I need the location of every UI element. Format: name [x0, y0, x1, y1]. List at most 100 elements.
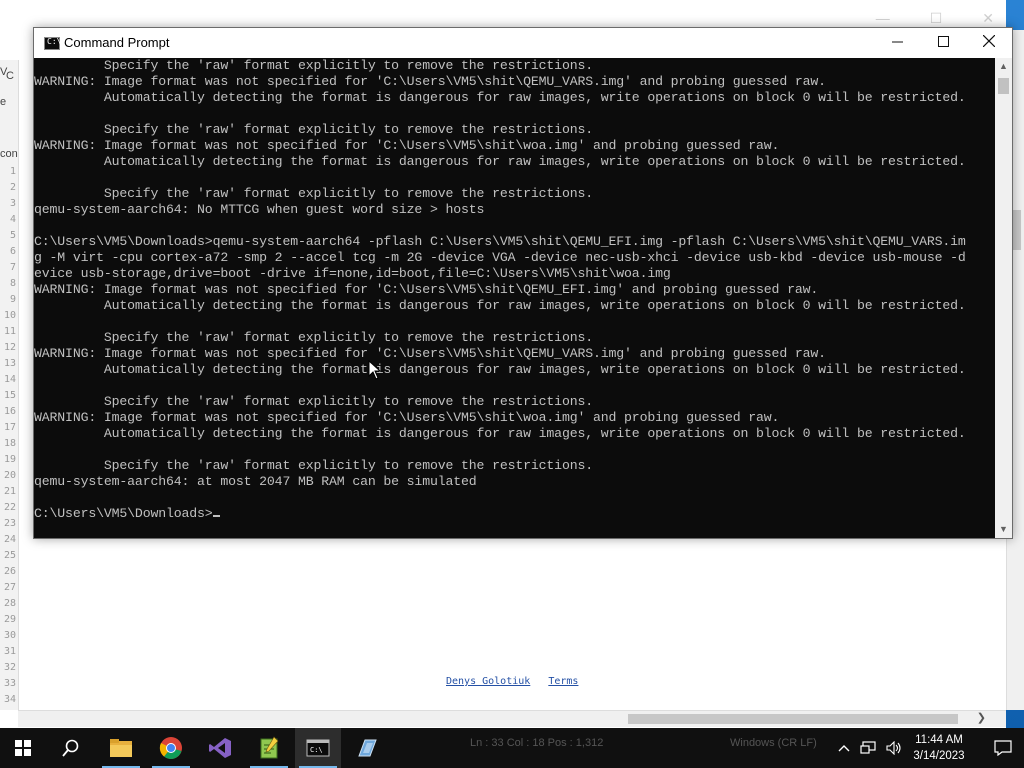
- terms-link[interactable]: Terms: [548, 676, 578, 687]
- maximize-icon: [937, 36, 949, 47]
- line-number: 26: [3, 566, 16, 577]
- scroll-down-icon[interactable]: ▼: [995, 521, 1012, 538]
- horizontal-scrollbar[interactable]: ❯: [18, 710, 1006, 727]
- console-line: Specify the 'raw' format explicitly to r…: [34, 58, 593, 73]
- cmd-icon: C:\: [44, 37, 61, 50]
- notification-button[interactable]: [982, 728, 1024, 768]
- console-prompt: C:\Users\VM5\Downloads>: [34, 506, 213, 521]
- console-prompt-line[interactable]: C:\Users\VM5\Downloads>: [34, 506, 994, 522]
- scroll-up-icon[interactable]: ▲: [995, 58, 1012, 75]
- status-ghost-text: Ln : 33 Col : 18 Pos : 1,312: [470, 737, 604, 749]
- chrome-button[interactable]: [148, 728, 194, 768]
- close-icon[interactable]: ✕: [982, 10, 994, 27]
- search-icon: [62, 739, 79, 757]
- console-line: g -M virt -cpu cortex-a72 -smp 2 --accel…: [34, 250, 966, 265]
- line-number: 21: [3, 486, 16, 497]
- clock-time: 11:44 AM: [915, 734, 963, 746]
- line-number: 30: [3, 630, 16, 641]
- svg-text:C:\: C:\: [310, 746, 323, 754]
- bg-fragment: con: [0, 148, 18, 160]
- chevron-up-icon[interactable]: [838, 743, 850, 753]
- line-number: 12: [3, 342, 16, 353]
- line-number: 8: [9, 278, 16, 289]
- console-line: Automatically detecting the format is da…: [34, 154, 966, 169]
- cmd-icon: C:\: [306, 739, 330, 757]
- line-number: 4: [9, 214, 16, 225]
- file-explorer-button[interactable]: [98, 728, 144, 768]
- notepad-plus-plus-icon: [260, 736, 279, 759]
- bg-fragment: e: [0, 96, 7, 108]
- console-line: WARNING: Image format was not specified …: [34, 74, 826, 89]
- console-line: qemu-system-aarch64: No MTTCG when guest…: [34, 202, 485, 217]
- line-number: 31: [3, 646, 16, 657]
- mouse-pointer-icon: [368, 360, 382, 380]
- line-number: 15: [3, 390, 16, 401]
- line-number: 22: [3, 502, 16, 513]
- console-line: C:\Users\VM5\Downloads>qemu-system-aarch…: [34, 234, 966, 249]
- maximize-icon[interactable]: ☐: [930, 10, 943, 27]
- console-line: qemu-system-aarch64: at most 2047 MB RAM…: [34, 474, 477, 489]
- line-number-gutter: 1 2 3 4 5 6 7 8 9 10 11 12 13 14 15 16 17 18 19 20 21 22 23 24 2…: [0, 164, 16, 708]
- network-icon[interactable]: [860, 741, 876, 755]
- line-number: 6: [9, 246, 16, 257]
- line-number: 11: [3, 326, 16, 337]
- line-number: 29: [3, 614, 16, 625]
- line-number: 19: [3, 454, 16, 465]
- line-number: 18: [3, 438, 16, 449]
- line-number: 3: [9, 198, 16, 209]
- volume-icon[interactable]: [886, 741, 902, 755]
- line-number: 13: [3, 358, 16, 369]
- line-number: 23: [3, 518, 16, 529]
- minimize-button[interactable]: [874, 28, 920, 58]
- start-button[interactable]: [0, 728, 46, 768]
- minimize-icon: [891, 41, 903, 43]
- line-number: 32: [3, 662, 16, 673]
- console-line: Specify the 'raw' format explicitly to r…: [34, 122, 593, 137]
- line-number: 2: [9, 182, 16, 193]
- command-prompt-button[interactable]: C:\: [295, 728, 341, 768]
- cmd-titlebar[interactable]: C:\ Command Prompt: [34, 28, 1012, 58]
- console-line: Automatically detecting the format is da…: [34, 90, 966, 105]
- footer-links: Denys Golotiuk Terms: [446, 676, 590, 687]
- maximize-button[interactable]: [920, 28, 966, 58]
- console-line: Automatically detecting the format is da…: [34, 426, 966, 441]
- author-link[interactable]: Denys Golotiuk: [446, 676, 530, 687]
- console-output[interactable]: Specify the 'raw' format explicitly to r…: [34, 58, 994, 538]
- cmd-vertical-scrollbar[interactable]: ▲ ▼: [995, 58, 1012, 538]
- notification-icon: [994, 740, 1012, 756]
- console-line: Automatically detecting the format is da…: [34, 362, 966, 377]
- background-titlebar: — ☐ ✕: [0, 0, 1006, 30]
- line-number: 9: [9, 294, 16, 305]
- search-button[interactable]: [48, 728, 94, 768]
- folder-icon: [110, 739, 132, 757]
- console-line: Automatically detecting the format is da…: [34, 298, 966, 313]
- line-number: 24: [3, 534, 16, 545]
- visual-studio-button[interactable]: [197, 728, 243, 768]
- visual-studio-icon: [209, 738, 231, 758]
- minimize-icon[interactable]: —: [876, 10, 890, 27]
- line-ending-ghost-text: Windows (CR LF): [730, 737, 817, 749]
- notepad-plus-plus-button[interactable]: [246, 728, 292, 768]
- app-button[interactable]: [344, 728, 390, 768]
- close-button[interactable]: [966, 28, 1012, 58]
- line-number: 5: [9, 230, 16, 241]
- chrome-icon: [159, 737, 182, 759]
- scrollbar-thumb[interactable]: [628, 714, 958, 724]
- bg-fragment: C: [6, 70, 14, 82]
- line-number: 28: [3, 598, 16, 609]
- blue-app-icon: [358, 739, 377, 757]
- command-prompt-window[interactable]: C:\ Command Prompt Specify the 'raw' for…: [33, 27, 1013, 539]
- scroll-right-icon[interactable]: ❯: [977, 711, 986, 724]
- line-number: 7: [9, 262, 16, 273]
- line-number: 17: [3, 422, 16, 433]
- console-line: WARNING: Image format was not specified …: [34, 346, 826, 361]
- taskbar: Ln : 33 Col : 18 Pos : 1,312 Windows (CR…: [0, 728, 1024, 768]
- clock[interactable]: 11:44 AM 3/14/2023: [906, 732, 972, 764]
- line-number: 33: [3, 678, 16, 689]
- scrollbar-thumb[interactable]: [998, 78, 1009, 94]
- line-number: 34: [3, 694, 16, 705]
